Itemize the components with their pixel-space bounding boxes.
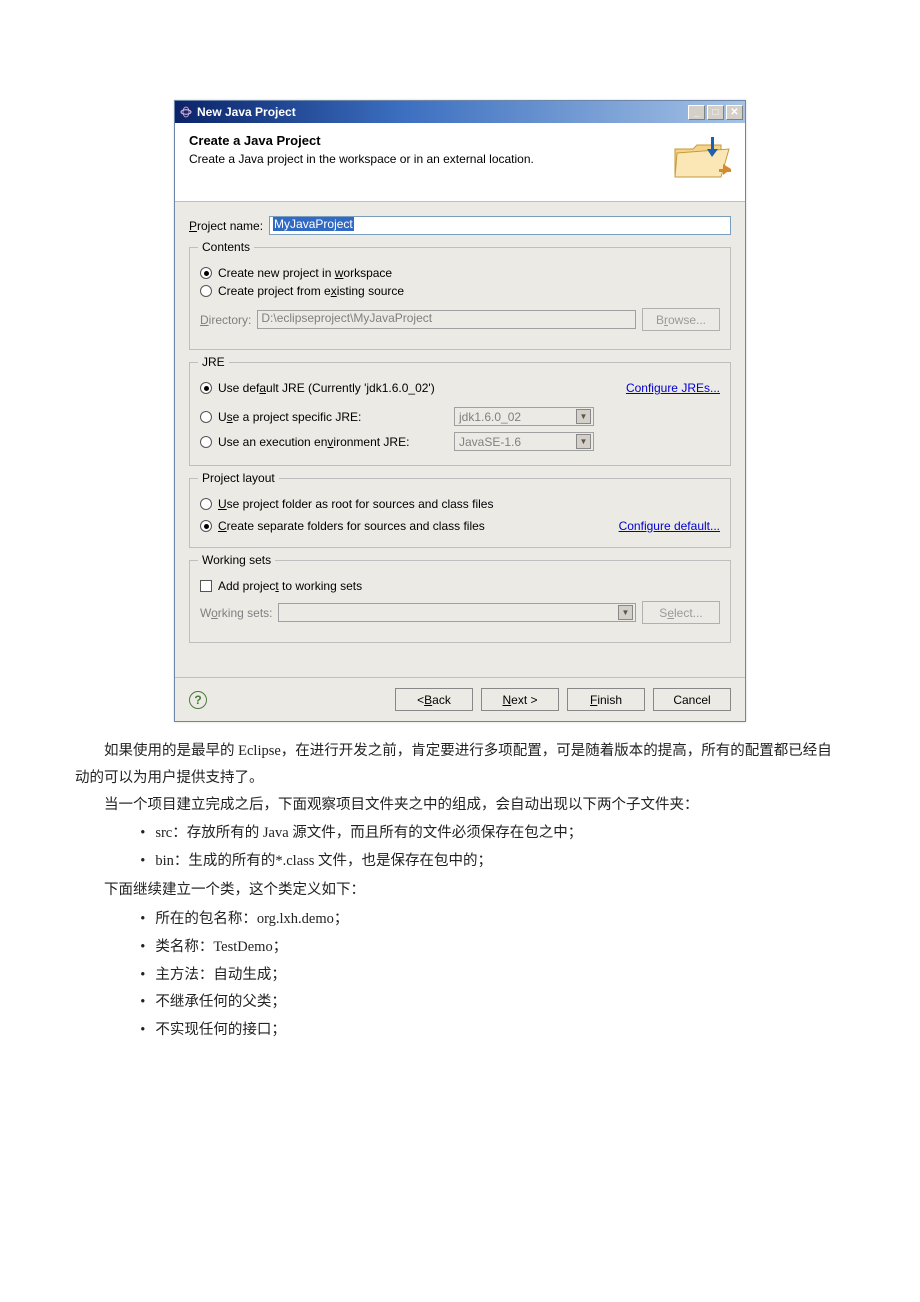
titlebar: New Java Project _ □ ✕ [175, 101, 745, 123]
paragraph: 如果使用的是最早的 Eclipse，在进行开发之前，肯定要进行多项配置，可是随着… [75, 738, 845, 792]
new-java-project-dialog: New Java Project _ □ ✕ Create a Java Pro… [174, 100, 746, 722]
radio-exec-env-jre[interactable] [200, 436, 212, 448]
radio-separate-folders[interactable] [200, 520, 212, 532]
list-item: 所在的包名称：org.lxh.demo； [140, 906, 845, 933]
radio-create-in-workspace-label: Create new project in workspace [218, 266, 392, 280]
project-name-input[interactable]: MyJavaProject [269, 216, 731, 235]
list-item: bin：生成的所有的*.class 文件，也是保存在包中的； [140, 848, 845, 875]
window-title: New Java Project [197, 105, 296, 119]
paragraph: 下面继续建立一个类，这个类定义如下： [75, 877, 845, 904]
radio-root-folder[interactable] [200, 498, 212, 510]
configure-default-link[interactable]: Configure default... [619, 519, 720, 533]
add-to-working-sets-checkbox[interactable] [200, 580, 212, 592]
radio-specific-jre[interactable] [200, 411, 212, 423]
radio-separate-folders-label: Create separate folders for sources and … [218, 519, 485, 533]
radio-default-jre-label: Use default JRE (Currently 'jdk1.6.0_02'… [218, 381, 435, 395]
chevron-down-icon: ▼ [576, 434, 591, 449]
list-item: src：存放所有的 Java 源文件，而且所有的文件必须保存在包之中； [140, 820, 845, 847]
select-working-sets-button: Select... [642, 601, 720, 624]
header-description: Create a Java project in the workspace o… [189, 152, 534, 166]
radio-root-folder-label: Use project folder as root for sources a… [218, 497, 493, 511]
radio-default-jre[interactable] [200, 382, 212, 394]
jre-legend: JRE [198, 355, 229, 369]
configure-jres-link[interactable]: Configure JREs... [626, 381, 720, 395]
help-icon[interactable]: ? [189, 691, 207, 709]
cancel-button[interactable]: Cancel [653, 688, 731, 711]
eclipse-icon [179, 105, 193, 119]
directory-input: D:\eclipseproject\MyJavaProject [257, 310, 636, 329]
radio-create-in-workspace[interactable] [200, 267, 212, 279]
header-title: Create a Java Project [189, 133, 534, 148]
exec-env-dropdown: JavaSE-1.6 ▼ [454, 432, 594, 451]
list-item: 不继承任何的父类； [140, 989, 845, 1016]
list-item: 主方法：自动生成； [140, 962, 845, 989]
close-button[interactable]: ✕ [726, 105, 743, 120]
working-sets-group: Working sets Add project to working sets… [189, 560, 731, 643]
contents-group: Contents Create new project in workspace… [189, 247, 731, 350]
working-sets-label: Working sets: [200, 606, 272, 620]
radio-specific-jre-label: Use a project specific JRE: [218, 410, 448, 424]
next-button[interactable]: Next > [481, 688, 559, 711]
contents-legend: Contents [198, 240, 254, 254]
working-sets-legend: Working sets [198, 553, 275, 567]
list-item: 不实现任何的接口； [140, 1017, 845, 1044]
document-body-text: 如果使用的是最早的 Eclipse，在进行开发之前，肯定要进行多项配置，可是随着… [75, 738, 845, 1044]
paragraph: 当一个项目建立完成之后，下面观察项目文件夹之中的组成，会自动出现以下两个子文件夹… [75, 792, 845, 819]
project-name-label: Project name: [189, 219, 263, 233]
project-layout-legend: Project layout [198, 471, 279, 485]
folder-wizard-icon [671, 133, 731, 183]
finish-button[interactable]: Finish [567, 688, 645, 711]
add-to-working-sets-label: Add project to working sets [218, 579, 362, 593]
radio-from-existing-source-label: Create project from existing source [218, 284, 404, 298]
chevron-down-icon: ▼ [576, 409, 591, 424]
project-layout-group: Project layout Use project folder as roo… [189, 478, 731, 548]
specific-jre-dropdown: jdk1.6.0_02 ▼ [454, 407, 594, 426]
minimize-button[interactable]: _ [688, 105, 705, 120]
dialog-footer: ? < Back Next > Finish Cancel [175, 677, 745, 721]
chevron-down-icon: ▼ [618, 605, 633, 620]
back-button[interactable]: < Back [395, 688, 473, 711]
jre-group: JRE Use default JRE (Currently 'jdk1.6.0… [189, 362, 731, 466]
maximize-button[interactable]: □ [707, 105, 724, 120]
browse-button: Browse... [642, 308, 720, 331]
directory-label: Directory: [200, 313, 251, 327]
list-item: 类名称：TestDemo； [140, 934, 845, 961]
radio-from-existing-source[interactable] [200, 285, 212, 297]
dialog-header: Create a Java Project Create a Java proj… [175, 123, 745, 202]
working-sets-dropdown: ▼ [278, 603, 636, 622]
radio-exec-env-jre-label: Use an execution environment JRE: [218, 435, 448, 449]
